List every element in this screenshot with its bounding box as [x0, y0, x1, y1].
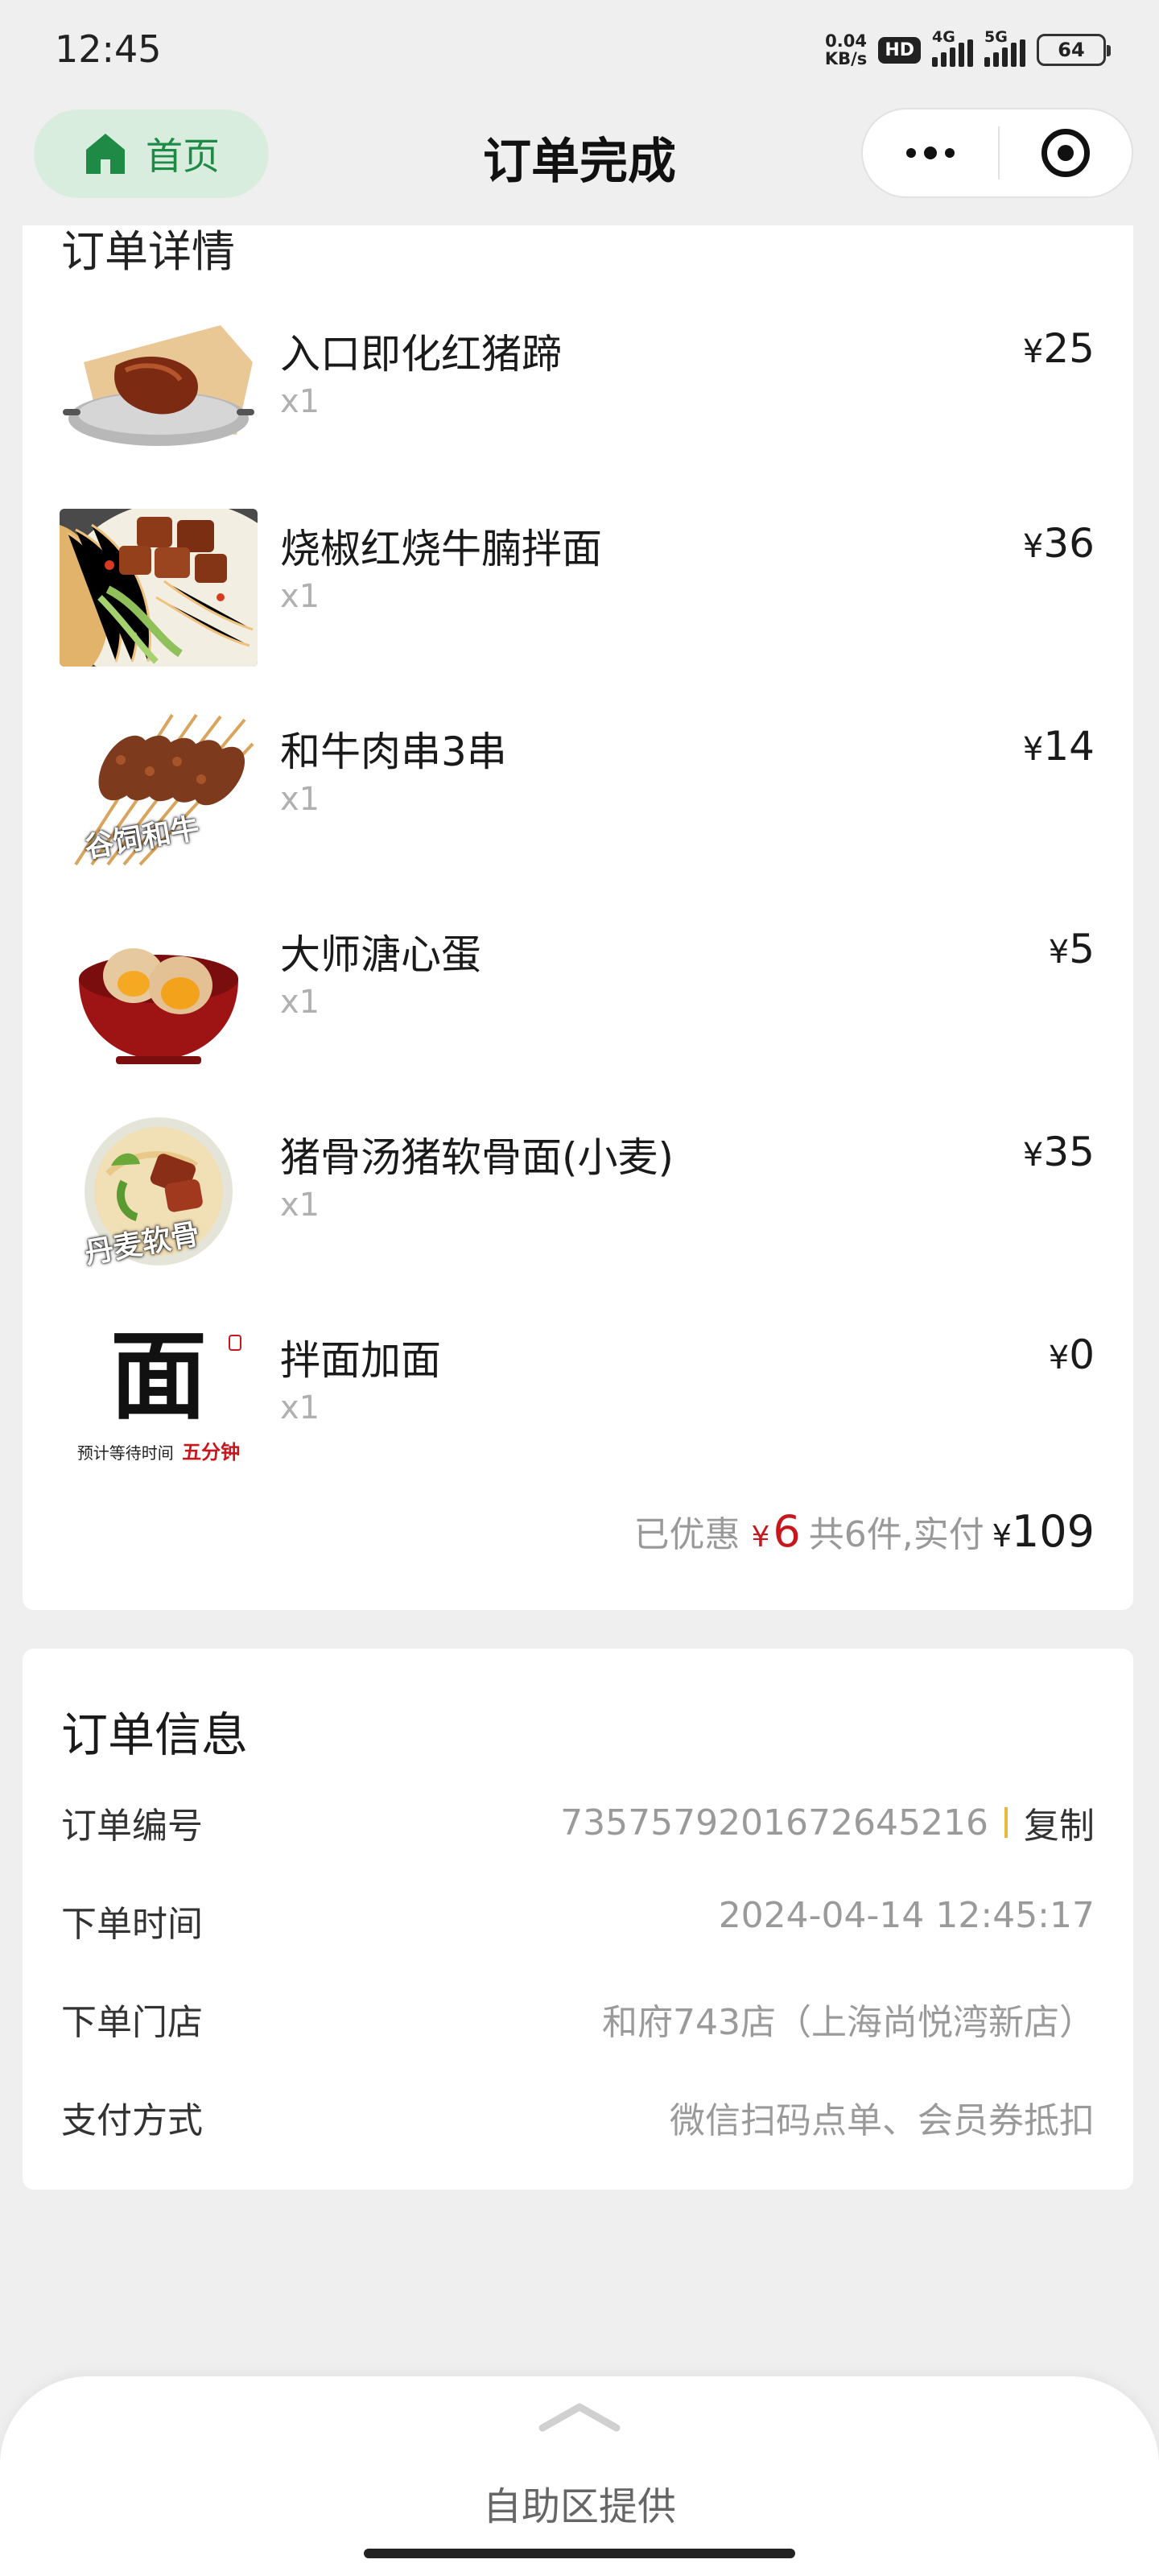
status-time: 12:45 — [55, 27, 162, 71]
status-icons: 0.04 KB/s HD 4G 5G 64 — [824, 28, 1111, 68]
order-item: 烧椒红烧牛腩拌面 x1 ¥36 — [23, 509, 1133, 678]
item-price: ¥35 — [1022, 1129, 1095, 1175]
item-thumbnail — [60, 509, 258, 667]
item-thumbnail — [60, 914, 258, 1072]
item-qty: x1 — [280, 1187, 320, 1224]
item-name: 拌面加面 — [280, 1337, 441, 1384]
battery-icon: 64 — [1037, 34, 1111, 66]
total-value: 109 — [1011, 1506, 1095, 1557]
status-bar: 12:45 0.04 KB/s HD 4G 5G 64 — [0, 0, 1159, 105]
order-item: 大师溏心蛋 x1 ¥5 — [23, 914, 1133, 1084]
order-summary: 已优惠 ¥ 6 共6件,实付 ¥ 109 — [633, 1506, 1095, 1557]
item-qty: x1 — [280, 578, 320, 615]
order-number: 7357579201672645216 — [560, 1802, 988, 1843]
item-qty: x1 — [280, 1389, 320, 1426]
close-mini-program-button[interactable] — [1000, 129, 1132, 177]
item-thumbnail: 面 预计等待时间 五分钟 — [60, 1320, 258, 1478]
order-number-row: 订单编号 7357579201672645216 复制 — [61, 1797, 1095, 1853]
item-name: 大师溏心蛋 — [280, 931, 481, 978]
item-qty: x1 — [280, 781, 320, 818]
item-thumbnail: 谷饲和牛 — [60, 712, 258, 869]
item-name: 和牛肉串3串 — [280, 729, 507, 775]
copy-divider — [1004, 1807, 1008, 1838]
chevron-up-icon[interactable] — [538, 2401, 621, 2433]
item-price: ¥0 — [1048, 1331, 1095, 1378]
signal-4g-icon: 4G — [932, 28, 973, 67]
item-name: 猪骨汤猪软骨面(小麦) — [280, 1134, 674, 1181]
signal-5g-icon: 5G — [984, 28, 1025, 67]
item-name: 入口即化红猪蹄 — [280, 331, 562, 378]
item-thumbnail — [60, 314, 258, 472]
order-item: 面 预计等待时间 五分钟 拌面加面 x1 ¥0 — [23, 1320, 1133, 1489]
more-dots-icon[interactable] — [863, 147, 998, 159]
discount-value: 6 — [773, 1506, 801, 1557]
order-time-row: 下单时间 2024-04-14 12:45:17 — [61, 1895, 1095, 1951]
copy-button[interactable]: 复制 — [1024, 1797, 1095, 1848]
item-qty: x1 — [280, 383, 320, 420]
item-price: ¥36 — [1022, 520, 1095, 567]
order-details-card: 订单详情 入口即化红猪蹄 x1 ¥25 烧椒红烧牛腩拌面 x1 ¥36 谷饲和牛… — [23, 225, 1133, 1610]
order-item: 谷饲和牛 和牛肉串3串 x1 ¥14 — [23, 712, 1133, 881]
order-info-card: 订单信息 订单编号 7357579201672645216 复制 下单时间 20… — [23, 1649, 1133, 2190]
order-item: 丹麦软骨 猪骨汤猪软骨面(小麦) x1 ¥35 — [23, 1117, 1133, 1286]
item-thumbnail: 丹麦软骨 — [60, 1117, 258, 1275]
home-indicator[interactable] — [364, 2549, 795, 2558]
info-label: 下单时间 — [61, 1904, 203, 1945]
mini-program-capsule — [861, 108, 1133, 198]
order-info-title: 订单信息 — [61, 1707, 249, 1762]
item-qty: x1 — [280, 984, 320, 1021]
bottom-sheet-label: 自助区提供 — [482, 2484, 676, 2529]
item-thumb-caption: 预计等待时间 五分钟 — [76, 1441, 241, 1463]
hd-icon: HD — [878, 36, 921, 64]
item-name: 烧椒红烧牛腩拌面 — [280, 526, 602, 572]
discount-label: 已优惠 — [633, 1514, 740, 1555]
payment-method-row: 支付方式 微信扫码点单、会员券抵扣 — [61, 2091, 1095, 2148]
net-speed: 0.04 KB/s — [824, 31, 868, 68]
info-value: 7357579201672645216 复制 — [560, 1797, 1095, 1848]
count-label: 共6件,实付 — [808, 1514, 984, 1555]
order-details-title: 订单详情 — [61, 226, 235, 277]
info-value: 和府743店（上海尚悦湾新店） — [602, 2002, 1095, 2043]
info-value: 2024-04-14 12:45:17 — [718, 1895, 1095, 1936]
info-label: 订单编号 — [61, 1806, 203, 1847]
bottom-sheet[interactable]: 自助区提供 — [0, 2376, 1159, 2576]
info-label: 下单门店 — [61, 2002, 203, 2043]
info-label: 支付方式 — [61, 2100, 203, 2141]
item-price: ¥5 — [1048, 926, 1095, 972]
target-circle-icon — [1041, 129, 1090, 177]
order-store-row: 下单门店 和府743店（上海尚悦湾新店） — [61, 1993, 1095, 2050]
item-price: ¥14 — [1022, 723, 1095, 770]
item-price: ¥25 — [1022, 325, 1095, 372]
seal-icon — [229, 1335, 241, 1351]
info-value: 微信扫码点单、会员券抵扣 — [670, 2100, 1095, 2141]
order-item: 入口即化红猪蹄 x1 ¥25 — [23, 314, 1133, 483]
